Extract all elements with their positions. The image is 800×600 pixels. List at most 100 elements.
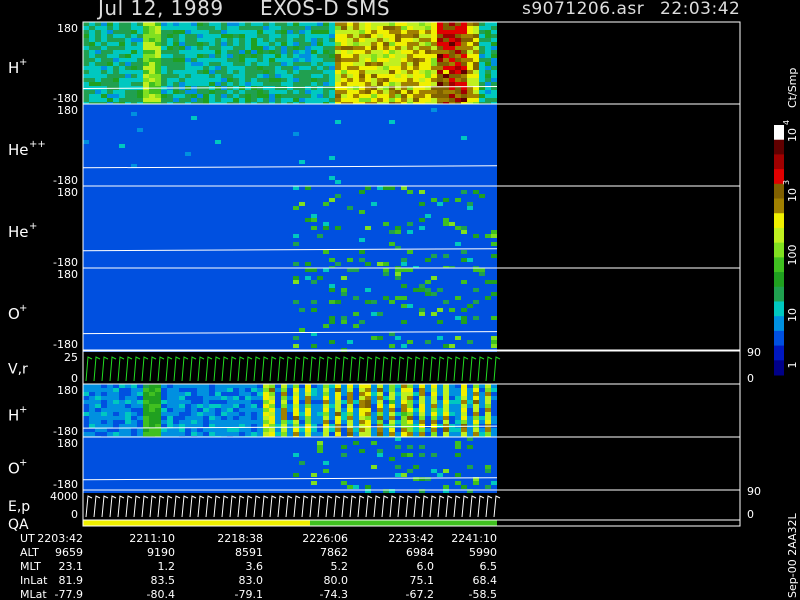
heatmap-cell: [353, 82, 359, 86]
heatmap-cell: [113, 226, 119, 230]
heatmap-cell: [155, 112, 161, 116]
heatmap-cell: [323, 140, 329, 144]
heatmap-cell: [161, 288, 167, 292]
heatmap-cell: [149, 90, 155, 94]
heatmap-cell: [461, 66, 467, 70]
heatmap-cell: [107, 152, 113, 156]
heatmap-cell: [149, 144, 155, 148]
heatmap-cell: [383, 160, 389, 164]
heatmap-cell: [485, 148, 491, 152]
heatmap-cell: [101, 46, 107, 50]
heatmap-cell: [119, 90, 125, 94]
heatmap-cell: [239, 202, 245, 206]
heatmap-cell: [365, 66, 371, 70]
heatmap-cell: [83, 58, 89, 62]
heatmap-cell: [263, 26, 269, 30]
panel-ylabel: H: [8, 59, 19, 77]
heatmap-cell: [389, 112, 395, 116]
heatmap-cell: [125, 58, 131, 62]
heatmap-cell: [101, 206, 107, 210]
heatmap-cell: [269, 198, 275, 202]
heatmap-cell: [203, 78, 209, 82]
heatmap-cell: [347, 186, 353, 190]
heatmap-cell: [293, 54, 299, 58]
heatmap-cell: [203, 234, 209, 238]
heatmap-cell: [383, 46, 389, 50]
heatmap-cell: [461, 202, 467, 206]
heatmap-cell: [335, 30, 341, 34]
heatmap-cell: [215, 292, 221, 296]
heatmap-cell: [125, 26, 131, 30]
heatmap-cell: [245, 288, 251, 292]
heatmap-cell: [317, 54, 323, 58]
heatmap-cell: [365, 190, 371, 194]
heatmap-cell: [317, 190, 323, 194]
heatmap-cell: [335, 186, 341, 190]
heatmap-cell: [425, 202, 431, 206]
heatmap-cell: [251, 108, 257, 112]
heatmap-cell: [485, 30, 491, 34]
heatmap-cell: [143, 332, 149, 336]
heatmap-cell: [437, 42, 443, 46]
heatmap-cell: [179, 108, 185, 112]
heatmap-cell: [167, 336, 173, 340]
heatmap-cell: [341, 180, 347, 184]
heatmap-cell: [269, 164, 275, 168]
heatmap-cell: [455, 66, 461, 70]
heatmap-cell: [425, 194, 431, 198]
heatmap-cell: [485, 242, 491, 246]
heatmap-cell: [179, 230, 185, 234]
heatmap-cell: [119, 136, 125, 140]
heatmap-cell: [173, 296, 179, 300]
heatmap-cell: [449, 148, 455, 152]
heatmap-cell: [197, 336, 203, 340]
heatmap-cell: [119, 124, 125, 128]
heatmap-cell: [83, 156, 89, 160]
heatmap-cell: [119, 108, 125, 112]
heatmap-cell: [119, 104, 125, 108]
heatmap-cell: [155, 296, 161, 300]
heatmap-cell: [449, 226, 455, 230]
heatmap-cell: [227, 262, 233, 266]
heatmap-cell: [209, 90, 215, 94]
heatmap-cell: [371, 176, 377, 180]
heatmap-cell: [293, 160, 299, 164]
heatmap-cell: [389, 176, 395, 180]
heatmap-cell: [143, 194, 149, 198]
heatmap-cell: [155, 180, 161, 184]
heatmap-cell: [305, 194, 311, 198]
heatmap-cell: [173, 206, 179, 210]
heatmap-cell: [485, 218, 491, 222]
heatmap-cell: [455, 186, 461, 190]
heatmap-cell: [215, 90, 221, 94]
heatmap-cell: [257, 26, 263, 30]
heatmap-cell: [467, 132, 473, 136]
heatmap-cell: [311, 82, 317, 86]
heatmap-cell: [107, 288, 113, 292]
heatmap-cell: [215, 202, 221, 206]
heatmap-cell: [425, 176, 431, 180]
heatmap-cell: [113, 62, 119, 66]
panel-3: O +180-180: [8, 267, 741, 352]
heatmap-cell: [269, 180, 275, 184]
heatmap-cell: [131, 194, 137, 198]
heatmap-cell: [275, 194, 281, 198]
heatmap-cell: [119, 246, 125, 250]
heatmap-cell: [239, 58, 245, 62]
heatmap-cell: [323, 86, 329, 90]
heatmap-cell: [263, 144, 269, 148]
heatmap-cell: [95, 78, 101, 82]
heatmap-cell: [173, 94, 179, 98]
heatmap-cell: [395, 90, 401, 94]
heatmap-cell: [413, 262, 419, 266]
heatmap-cell: [203, 344, 209, 348]
heatmap-cell: [305, 242, 311, 246]
heatmap-cell: [305, 226, 311, 230]
heatmap-cell: [143, 280, 149, 284]
heatmap-cell: [335, 74, 341, 78]
heatmap-cell: [437, 194, 443, 198]
heatmap-cell: [425, 58, 431, 62]
heatmap-cell: [227, 300, 233, 304]
heatmap-cell: [167, 176, 173, 180]
heatmap-cell: [431, 140, 437, 144]
